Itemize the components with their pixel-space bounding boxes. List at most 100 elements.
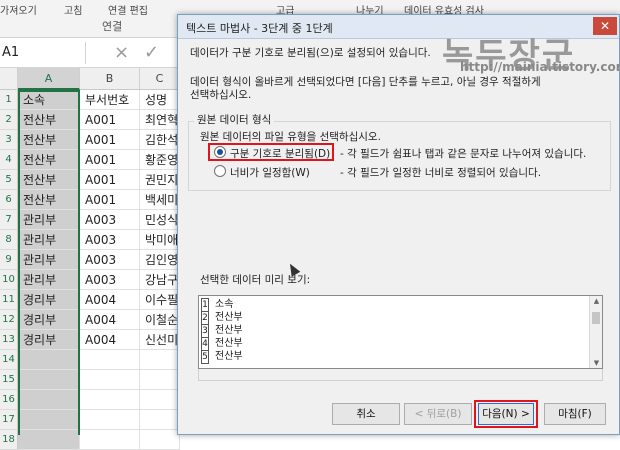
row-header[interactable]: 12 (0, 310, 18, 330)
sheet-cell[interactable]: 소속 (18, 90, 80, 110)
sheet-cell[interactable] (80, 390, 140, 410)
row-header[interactable]: 7 (0, 210, 18, 230)
row-header[interactable]: 9 (0, 250, 18, 270)
sheet-cell[interactable]: 신선미 (140, 330, 180, 350)
cancel-formula-icon[interactable]: × (114, 42, 129, 63)
sheet-cell[interactable]: 관리부 (18, 210, 80, 230)
sheet-cell[interactable]: 최연혁 (140, 110, 180, 130)
preview-row-text: 전산부 (215, 325, 243, 336)
sheet-cell[interactable]: A001 (80, 170, 140, 190)
sheet-cell[interactable]: 민성식 (140, 210, 180, 230)
preview-vertical-scrollbar[interactable]: ▲ ▼ (589, 296, 602, 368)
sheet-cell[interactable] (18, 350, 80, 370)
row-header[interactable]: 15 (0, 370, 18, 390)
sheet-cell[interactable]: A004 (80, 330, 140, 350)
sheet-cell[interactable]: 전산부 (18, 130, 80, 150)
sheet-cell[interactable]: A001 (80, 190, 140, 210)
sheet-cell[interactable] (140, 410, 180, 430)
row-header[interactable]: 6 (0, 190, 18, 210)
row-header[interactable]: 1 (0, 90, 18, 110)
sheet-cell[interactable]: A003 (80, 250, 140, 270)
sheet-cell[interactable]: 이철순 (140, 310, 180, 330)
sheet-cell[interactable] (18, 410, 80, 430)
enter-formula-icon[interactable]: ✓ (144, 42, 159, 63)
row-header[interactable]: 8 (0, 230, 18, 250)
data-preview-box[interactable]: ▲ ▼ 1 소속 2 전산부 3 전산부 4 전산부 5 전산부 (198, 295, 603, 369)
sheet-cell[interactable]: A001 (80, 150, 140, 170)
delimited-radio[interactable] (214, 146, 226, 158)
row-header[interactable]: 4 (0, 150, 18, 170)
cancel-button[interactable]: 취소 (332, 403, 400, 425)
sheet-cell[interactable] (80, 410, 140, 430)
sheet-cell[interactable] (80, 350, 140, 370)
sheet-cell[interactable]: 부서번호 (80, 90, 140, 110)
sheet-cell[interactable]: 전산부 (18, 150, 80, 170)
row-header[interactable]: 5 (0, 170, 18, 190)
sheet-cell[interactable]: 경리부 (18, 310, 80, 330)
row-header[interactable]: 11 (0, 290, 18, 310)
sheet-cell[interactable]: 관리부 (18, 270, 80, 290)
sheet-cell[interactable]: 김한석 (140, 130, 180, 150)
preview-horizontal-scrollbar[interactable] (198, 369, 603, 381)
sheet-cell[interactable] (140, 350, 180, 370)
row-header[interactable]: 13 (0, 330, 18, 350)
fixed-width-radio[interactable] (214, 165, 226, 177)
fixed-width-label[interactable]: 너비가 일정함(W) (230, 165, 310, 180)
ribbon-edit-links-button[interactable]: 연결 편집 (108, 2, 148, 17)
sheet-cell[interactable]: 전산부 (18, 110, 80, 130)
scroll-thumb[interactable] (592, 312, 600, 324)
sheet-cell[interactable] (140, 370, 180, 390)
sheet-cell[interactable]: A003 (80, 230, 140, 250)
select-all-corner[interactable] (0, 68, 18, 90)
back-button[interactable]: < 뒤로(B) (404, 403, 472, 425)
sheet-cell[interactable]: 이수필 (140, 290, 180, 310)
name-box[interactable]: A1 (0, 42, 86, 64)
row-header[interactable]: 14 (0, 350, 18, 370)
sheet-cell[interactable] (18, 370, 80, 390)
sheet-cell[interactable]: 강남구 (140, 270, 180, 290)
column-header-b[interactable]: B (80, 68, 140, 90)
sheet-cell[interactable]: 백세미 (140, 190, 180, 210)
sheet-cell[interactable]: 김인영 (140, 250, 180, 270)
sheet-cell[interactable] (18, 430, 80, 450)
sheet-cell[interactable]: 박미애 (140, 230, 180, 250)
sheet-cell[interactable]: 관리부 (18, 250, 80, 270)
sheet-cell[interactable]: 성명 (140, 90, 180, 110)
sheet-cell[interactable]: A004 (80, 290, 140, 310)
sheet-cell[interactable]: 경리부 (18, 290, 80, 310)
sheet-cell[interactable] (80, 370, 140, 390)
sheet-cell[interactable]: 관리부 (18, 230, 80, 250)
column-header-c[interactable]: C (140, 68, 180, 90)
sheet-cell[interactable]: 경리부 (18, 330, 80, 350)
sheet-cell[interactable] (18, 390, 80, 410)
finish-button[interactable]: 마침(F) (544, 403, 606, 425)
worksheet-grid[interactable]: A B C 1 소속 부서번호 성명 2 전산부 A001 최연혁 3 전산부 A001 김한석 4 전산… (0, 68, 180, 450)
sheet-cell[interactable] (140, 430, 180, 450)
row-header[interactable]: 10 (0, 270, 18, 290)
sheet-cell[interactable]: 전산부 (18, 190, 80, 210)
sheet-cell[interactable] (80, 430, 140, 450)
sheet-cell[interactable]: 황준영 (140, 150, 180, 170)
row-header[interactable]: 17 (0, 410, 18, 430)
instruction-line-2: 선택하십시오. (190, 89, 252, 101)
scroll-down-icon[interactable]: ▼ (590, 359, 602, 367)
row-header[interactable]: 3 (0, 130, 18, 150)
scroll-up-icon[interactable]: ▲ (590, 297, 602, 305)
ribbon-refresh-button[interactable]: 고침 (64, 2, 82, 17)
sheet-cell[interactable]: A001 (80, 110, 140, 130)
row-header[interactable]: 18 (0, 430, 18, 450)
row-header[interactable]: 2 (0, 110, 18, 130)
column-header-a[interactable]: A (18, 68, 80, 90)
sheet-cell[interactable]: 권민지 (140, 170, 180, 190)
delimited-label[interactable]: 구분 기호로 분리됨(D) (230, 146, 330, 161)
sheet-cell[interactable]: A003 (80, 270, 140, 290)
sheet-cell[interactable]: 전산부 (18, 170, 80, 190)
ribbon-import-button[interactable]: 가져오기 (0, 2, 37, 17)
sheet-cell[interactable]: A001 (80, 130, 140, 150)
sheet-cell[interactable]: A003 (80, 210, 140, 230)
row-header[interactable]: 16 (0, 390, 18, 410)
close-icon[interactable]: ✕ (593, 17, 617, 35)
next-button[interactable]: 다음(N) > (478, 403, 534, 425)
sheet-cell[interactable] (140, 390, 180, 410)
sheet-cell[interactable]: A004 (80, 310, 140, 330)
